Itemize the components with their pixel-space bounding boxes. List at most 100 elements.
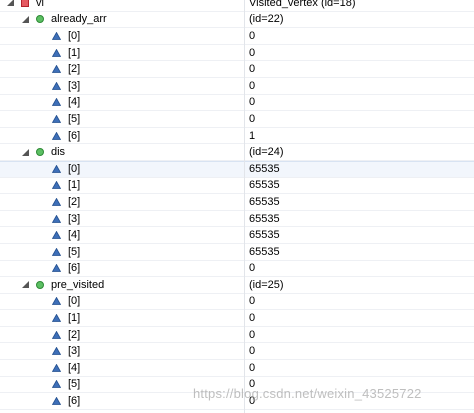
tree-row-array-element[interactable]: [4] 0 — [0, 95, 474, 112]
array-element-blue-triangle-icon — [52, 114, 61, 123]
element-value: 0 — [249, 29, 256, 42]
tree-row-array-element-selected[interactable]: [0] 65535 — [0, 160, 474, 178]
element-value: 0 — [249, 46, 256, 59]
tree-row-array-element[interactable]: [1] 65535 — [0, 178, 474, 195]
element-value: 0 — [249, 79, 256, 92]
element-index: [0] — [68, 29, 81, 42]
element-value: 65535 — [249, 245, 280, 258]
tree-row-vi[interactable]: vi Visited_vertex (id=18) — [0, 0, 474, 12]
array-element-blue-triangle-icon — [52, 247, 61, 256]
expanded-triangle-icon[interactable] — [21, 148, 29, 156]
element-index: [5] — [68, 378, 81, 391]
element-index: [4] — [68, 229, 81, 242]
tree-row-array-element[interactable]: [1] 0 — [0, 310, 474, 327]
variable-value: (id=25) — [249, 278, 284, 291]
array-element-blue-triangle-icon — [52, 98, 61, 107]
column-divider[interactable] — [244, 0, 245, 413]
array-element-blue-triangle-icon — [52, 131, 61, 140]
variable-name: dis — [51, 146, 66, 159]
element-value: 0 — [249, 262, 256, 275]
element-index: [5] — [68, 245, 81, 258]
tree-row-dis[interactable]: dis (id=24) — [0, 144, 474, 161]
array-element-blue-triangle-icon — [52, 363, 61, 372]
expanded-triangle-icon[interactable] — [6, 0, 14, 7]
element-value: 65535 — [249, 229, 280, 242]
element-index: [2] — [68, 195, 81, 208]
tree-row-array-element[interactable]: [5] 65535 — [0, 244, 474, 261]
element-index: [5] — [68, 112, 81, 125]
element-index: [3] — [68, 212, 81, 225]
array-element-blue-triangle-icon — [52, 397, 61, 406]
variable-value: (id=24) — [249, 146, 284, 159]
tree-row-array-element[interactable]: [6] 0 — [0, 261, 474, 278]
element-index: [1] — [68, 46, 81, 59]
tree-row-array-element[interactable]: [2] 65535 — [0, 194, 474, 211]
array-element-blue-triangle-icon — [52, 380, 61, 389]
element-value: 0 — [249, 345, 256, 358]
element-value: 0 — [249, 112, 256, 125]
tree-row-array-element[interactable]: [2] 0 — [0, 327, 474, 344]
array-element-blue-triangle-icon — [52, 81, 61, 90]
array-element-blue-triangle-icon — [52, 65, 61, 74]
element-index: [0] — [68, 163, 81, 176]
watermark: https://blog.csdn.net/weixin_43525722 — [193, 386, 422, 401]
array-element-blue-triangle-icon — [52, 297, 61, 306]
public-field-green-circle-icon — [35, 15, 44, 24]
public-field-green-circle-icon — [35, 148, 44, 157]
tree-row-array-element[interactable]: [3] 0 — [0, 343, 474, 361]
array-element-blue-triangle-icon — [52, 231, 61, 240]
element-value: 65535 — [249, 163, 280, 176]
variables-tree: vi Visited_vertex (id=18) already_arr (i… — [0, 0, 474, 410]
variable-value: Visited_vertex (id=18) — [249, 0, 356, 9]
tree-row-array-element[interactable]: [5] 0 — [0, 111, 474, 128]
element-index: [6] — [68, 395, 81, 408]
element-index: [2] — [68, 328, 81, 341]
element-index: [1] — [68, 179, 81, 192]
element-index: [0] — [68, 295, 81, 308]
element-value: 0 — [249, 312, 256, 325]
element-index: [6] — [68, 129, 81, 142]
tree-row-array-element[interactable]: [4] 0 — [0, 360, 474, 377]
array-element-blue-triangle-icon — [52, 181, 61, 190]
array-element-blue-triangle-icon — [52, 31, 61, 40]
array-element-blue-triangle-icon — [52, 165, 61, 174]
element-value: 0 — [249, 63, 256, 76]
array-element-blue-triangle-icon — [52, 197, 61, 206]
element-index: [1] — [68, 312, 81, 325]
element-value: 65535 — [249, 179, 280, 192]
tree-row-array-element[interactable]: [3] 65535 — [0, 211, 474, 228]
tree-row-already-arr[interactable]: already_arr (id=22) — [0, 12, 474, 29]
expanded-triangle-icon[interactable] — [21, 15, 29, 23]
tree-row-array-element[interactable]: [6] 1 — [0, 128, 474, 145]
private-field-red-square-icon — [20, 0, 29, 7]
variable-name: already_arr — [51, 13, 107, 26]
array-element-blue-triangle-icon — [52, 314, 61, 323]
element-index: [3] — [68, 79, 81, 92]
public-field-green-circle-icon — [35, 280, 44, 289]
element-index: [4] — [68, 361, 81, 374]
element-value: 0 — [249, 96, 256, 109]
tree-row-array-element[interactable]: [3] 0 — [0, 78, 474, 95]
tree-row-array-element[interactable]: [0] 0 — [0, 28, 474, 45]
tree-row-array-element[interactable]: [1] 0 — [0, 45, 474, 62]
array-element-blue-triangle-icon — [52, 214, 61, 223]
element-index: [2] — [68, 63, 81, 76]
element-value: 65535 — [249, 212, 280, 225]
array-element-blue-triangle-icon — [52, 347, 61, 356]
array-element-blue-triangle-icon — [52, 264, 61, 273]
element-value: 0 — [249, 295, 256, 308]
expanded-triangle-icon[interactable] — [21, 281, 29, 289]
tree-row-array-element[interactable]: [4] 65535 — [0, 227, 474, 244]
element-index: [3] — [68, 345, 81, 358]
tree-row-array-element[interactable]: [0] 0 — [0, 294, 474, 311]
tree-row-array-element[interactable]: [2] 0 — [0, 61, 474, 78]
element-index: [4] — [68, 96, 81, 109]
array-element-blue-triangle-icon — [52, 48, 61, 57]
variable-name: pre_visited — [51, 278, 105, 291]
element-value: 1 — [249, 129, 256, 142]
element-index: [6] — [68, 262, 81, 275]
element-value: 0 — [249, 361, 256, 374]
tree-row-pre-visited[interactable]: pre_visited (id=25) — [0, 277, 474, 294]
variable-value: (id=22) — [249, 13, 284, 26]
array-element-blue-triangle-icon — [52, 330, 61, 339]
